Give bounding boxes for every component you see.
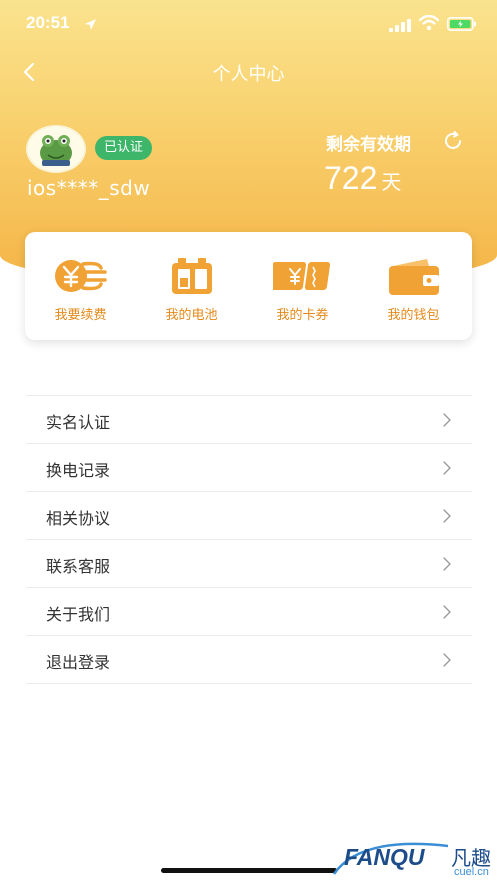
menu-item-customer-service[interactable]: 联系客服 xyxy=(26,540,472,588)
chevron-right-icon xyxy=(442,412,452,432)
chevron-right-icon xyxy=(442,652,452,672)
renew-label: 我要续费 xyxy=(54,308,107,323)
validity-value: 722 天 xyxy=(324,160,401,197)
renew-button[interactable]: 我要续费 xyxy=(25,232,136,340)
settings-menu: 实名认证 换电记录 相关协议 联系客服 关于我们 退出登录 xyxy=(26,395,472,684)
chevron-right-icon xyxy=(442,460,452,480)
status-time: 20:51 xyxy=(26,13,70,32)
my-wallet-button[interactable]: 我的钱包 xyxy=(358,232,469,340)
profile-page: 20:51 个人中心 已认证 ios****_sdw 剩余有效期 722 天 我… xyxy=(0,0,497,883)
renew-coin-icon xyxy=(53,258,109,298)
menu-item-label: 换电记录 xyxy=(46,461,111,480)
watermark-domain: cuel.cn xyxy=(454,866,489,878)
location-arrow-icon xyxy=(84,16,97,35)
wallet-icon xyxy=(387,258,441,300)
menu-item-agreements[interactable]: 相关协议 xyxy=(26,492,472,540)
validity-label: 剩余有效期 xyxy=(326,135,411,155)
menu-item-logout[interactable]: 退出登录 xyxy=(26,636,472,684)
signal-icon xyxy=(389,17,411,36)
my-coupons-button[interactable]: 我的卡券 xyxy=(247,232,358,340)
menu-item-label: 联系客服 xyxy=(46,557,111,576)
page-title: 个人中心 xyxy=(212,64,285,85)
battery-status-icon xyxy=(447,16,477,35)
watermark: FANQU 凡趣 cuel.cn xyxy=(330,838,497,883)
my-battery-label: 我的电池 xyxy=(165,308,218,323)
wifi-icon xyxy=(418,14,440,35)
chevron-right-icon xyxy=(442,604,452,624)
frog-avatar-icon xyxy=(40,135,72,166)
verified-badge: 已认证 xyxy=(95,136,153,160)
status-bar: 20:51 xyxy=(0,0,497,48)
username: ios****_sdw xyxy=(27,176,151,200)
refresh-icon[interactable] xyxy=(442,130,464,156)
menu-item-label: 关于我们 xyxy=(46,605,111,624)
my-coupons-label: 我的卡券 xyxy=(276,308,329,323)
home-indicator[interactable] xyxy=(161,868,337,873)
chevron-right-icon xyxy=(442,508,452,528)
my-wallet-label: 我的钱包 xyxy=(387,308,440,323)
menu-item-label: 退出登录 xyxy=(46,653,111,672)
chevron-right-icon xyxy=(442,556,452,576)
watermark-brand: FANQU xyxy=(344,844,425,870)
battery-icon xyxy=(170,258,214,300)
menu-item-about-us[interactable]: 关于我们 xyxy=(26,588,472,636)
menu-item-real-name-verification[interactable]: 实名认证 xyxy=(26,396,472,444)
coupon-icon xyxy=(268,258,333,298)
menu-item-label: 实名认证 xyxy=(46,413,111,432)
validity-days-number: 722 xyxy=(324,160,378,196)
menu-item-label: 相关协议 xyxy=(46,509,111,528)
validity-days-unit: 天 xyxy=(381,170,402,194)
shortcut-card: 我要续费 我的电池 我的卡券 我的钱包 xyxy=(25,232,472,340)
my-battery-button[interactable]: 我的电池 xyxy=(136,232,247,340)
avatar[interactable] xyxy=(26,125,86,173)
menu-item-swap-records[interactable]: 换电记录 xyxy=(26,444,472,492)
